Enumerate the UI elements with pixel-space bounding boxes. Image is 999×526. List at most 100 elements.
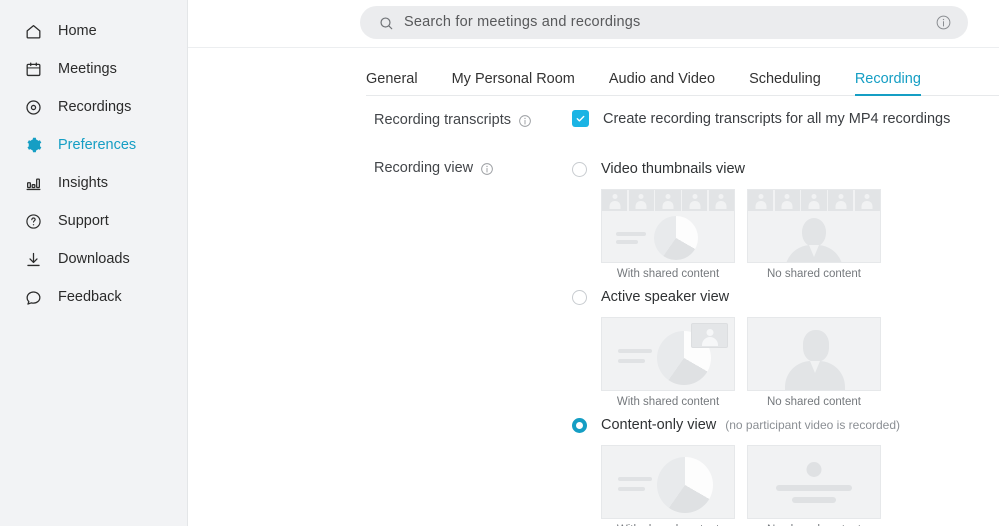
recording-transcripts-field: Create recording transcripts for all my … [572,110,999,130]
option-active-speaker-view[interactable]: Active speaker view With shared content … [572,286,999,408]
radio-content-only-view[interactable] [572,417,587,433]
main-area: Search for meetings and recordings Gener… [188,0,999,526]
thumbnail-caption: No shared content [767,396,861,408]
sidebar-item-support[interactable]: Support [0,202,187,240]
recording-view-label: Recording view [374,158,572,526]
thumbnail-no-shared-content[interactable]: No shared content [747,445,881,526]
tab-scheduling[interactable]: Scheduling [749,71,821,96]
participant-tile [655,190,681,211]
radio-video-thumbnails-view[interactable] [572,161,587,177]
option-video-thumbnails-view[interactable]: Video thumbnails view With shared conten… [572,158,999,280]
thumbnail-with-shared-content[interactable]: With shared content [601,317,735,408]
participant-tile [748,190,774,211]
thumbnail-with-shared-content[interactable]: With shared content [601,445,735,526]
thumbnail-with-shared-content[interactable]: With shared content [601,189,735,280]
sidebar-item-meetings[interactable]: Meetings [0,50,187,88]
sidebar-item-downloads[interactable]: Downloads [0,240,187,278]
search-icon [378,15,395,37]
settings-tabs: General My Personal Room Audio and Video… [366,56,999,96]
option-label: Video thumbnails view [601,161,746,177]
tab-audio-and-video[interactable]: Audio and Video [609,71,715,96]
sidebar-item-label: Insights [58,175,108,191]
thumbnail-caption: No shared content [767,268,861,280]
tab-my-personal-room[interactable]: My Personal Room [452,71,575,96]
sidebar: Home Meetings Recordings Preferences Ins [0,0,188,526]
sidebar-item-insights[interactable]: Insights [0,164,187,202]
option-thumbnails: With shared content [601,445,999,526]
sidebar-item-label: Feedback [58,289,122,305]
participant-tile [854,190,880,211]
info-circle-icon[interactable] [935,14,952,36]
download-arrow-icon [22,248,44,270]
tab-recording[interactable]: Recording [854,71,922,96]
participant-tile [801,190,827,211]
create-transcripts-label: Create recording transcripts for all my … [603,110,951,127]
option-thumbnails: With shared content [601,189,999,280]
thumbnail-image [601,317,735,391]
active-speaker-art [748,318,880,390]
option-header: Video thumbnails view [572,158,999,180]
document-art [748,446,880,518]
sidebar-item-recordings[interactable]: Recordings [0,88,187,126]
participant-tile [602,190,628,211]
thumbnail-image [601,445,735,519]
option-header: Content-only view (no participant video … [572,414,999,436]
participant-tile [774,190,800,211]
speaker-inset [691,323,728,348]
option-header: Active speaker view [572,286,999,308]
option-content-only-view[interactable]: Content-only view (no participant video … [572,414,999,526]
record-circle-icon [22,96,44,118]
transcripts-checkbox-line: Create recording transcripts for all my … [572,110,999,127]
tab-general[interactable]: General [366,71,418,96]
thumbnail-image [747,317,881,391]
bar-chart-icon [22,172,44,194]
recording-transcripts-label: Recording transcripts [374,110,572,130]
participant-tile [628,190,654,211]
info-circle-icon[interactable] [480,162,494,180]
create-transcripts-checkbox[interactable] [572,110,589,127]
shared-content-art [602,318,734,390]
app-root: Home Meetings Recordings Preferences Ins [0,0,999,526]
option-label: Content-only view [601,417,717,433]
recording-transcripts-row: Recording transcripts Create recording t… [374,110,999,130]
option-thumbnails: With shared content [601,317,999,408]
option-sublabel: (no participant video is recorded) [725,418,901,432]
thumbnail-image [747,445,881,519]
sidebar-item-label: Support [58,213,109,229]
radio-active-speaker-view[interactable] [572,289,587,305]
info-circle-icon[interactable] [518,114,532,132]
sidebar-item-home[interactable]: Home [0,12,187,50]
calendar-icon [22,58,44,80]
thumbnail-image [747,189,881,263]
participant-tile [828,190,854,211]
question-circle-icon [22,210,44,232]
chat-bubble-icon [22,286,44,308]
thumbnail-image [601,189,735,263]
search-input[interactable]: Search for meetings and recordings [404,14,641,30]
gear-icon [22,134,44,156]
participant-strip [748,190,880,211]
sidebar-item-label: Preferences [58,137,137,153]
thumbnail-caption: With shared content [616,396,720,408]
thumbnail-caption: With shared content [616,268,720,280]
participant-tile [682,190,708,211]
recording-view-row: Recording view Video thumbnails view Wit… [374,158,999,526]
sidebar-item-label: Recordings [58,99,132,115]
recording-view-options: Video thumbnails view With shared conten… [572,158,999,526]
active-speaker-art [748,212,880,262]
sidebar-item-label: Home [58,23,97,39]
home-icon [22,20,44,42]
option-label: Active speaker view [601,289,730,305]
sidebar-item-label: Meetings [58,61,117,77]
top-bar: Search for meetings and recordings [188,0,999,48]
sidebar-item-preferences[interactable]: Preferences [0,126,187,164]
sidebar-item-feedback[interactable]: Feedback [0,278,187,316]
thumbnail-no-shared-content[interactable]: No shared content [747,189,881,280]
shared-content-art [602,212,734,262]
thumbnail-no-shared-content[interactable]: No shared content [747,317,881,408]
settings-content: Recording transcripts Create recording t… [188,96,999,526]
label-text: Recording view [374,160,474,176]
sidebar-item-label: Downloads [58,251,130,267]
participant-strip [602,190,734,211]
label-text: Recording transcripts [374,112,511,128]
